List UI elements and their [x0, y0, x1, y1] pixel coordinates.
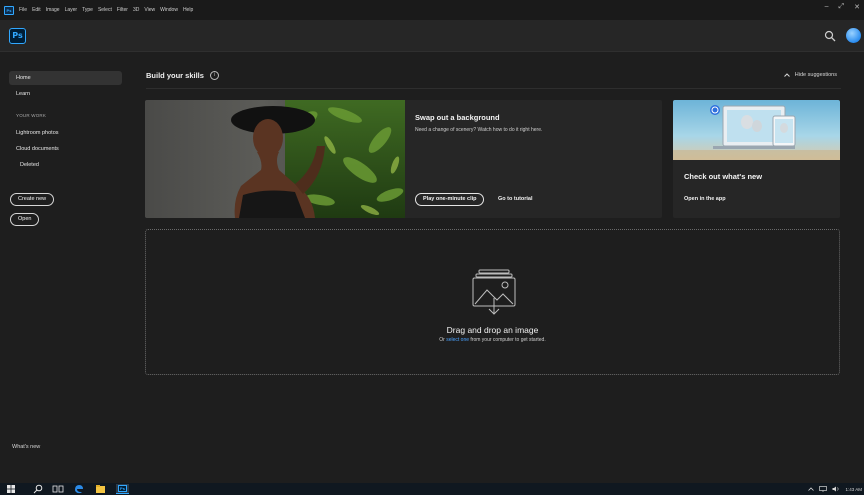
photoshop-taskbar-button[interactable]: Ps [116, 484, 129, 494]
tutorial-card: Swap out a background Need a change of s… [145, 100, 662, 218]
window-controls: – ⤢ ✕ [825, 3, 860, 11]
section-title-your-work: YOUR WORK [16, 113, 47, 118]
create-new-button[interactable]: Create new [10, 193, 55, 206]
photoshop-logo: Ps [9, 28, 26, 44]
chevron-up-icon [783, 73, 790, 77]
menu-help[interactable]: Help [183, 7, 193, 13]
play-clip-button[interactable]: Play one-minute clip [415, 193, 485, 206]
drop-zone-subtitle: Or select one from your computer to get … [146, 337, 839, 343]
sidebar-item-learn[interactable]: Learn [9, 87, 122, 101]
system-tray: 1:43 AM [808, 483, 862, 495]
menu-window[interactable]: Window [160, 7, 178, 13]
drop-zone[interactable]: Drag and drop an image Or select one fro… [145, 229, 840, 375]
menu-3d[interactable]: 3D [133, 7, 139, 13]
whats-new-card: Check out what's new Open in the app [673, 100, 840, 218]
photoshop-taskbar-icon: Ps [118, 485, 127, 492]
menu-bar: Ps File Edit Image Layer Type Select Fil… [0, 0, 864, 20]
minimize-button[interactable]: – [825, 3, 829, 11]
card-description: Need a change of scenery? Watch how to d… [415, 127, 543, 133]
card-photo-woman [145, 100, 405, 218]
task-view-icon[interactable] [52, 484, 64, 494]
go-to-tutorial-link[interactable]: Go to tutorial [498, 196, 533, 202]
drop-zone-sub-suffix: from your computer to get started. [469, 337, 546, 343]
network-icon[interactable] [819, 486, 828, 492]
card-title: Swap out a background [415, 113, 500, 122]
menu-edit[interactable]: Edit [32, 7, 41, 13]
menu-layer[interactable]: Layer [65, 7, 78, 13]
open-button[interactable]: Open [10, 213, 40, 226]
card-image-devices [673, 100, 840, 160]
taskbar: Ps 1:43 AM [0, 483, 864, 495]
file-explorer-icon[interactable] [95, 484, 106, 494]
menu-file[interactable]: File [19, 7, 27, 13]
chevron-up-icon[interactable] [808, 487, 815, 491]
image-upload-icon [472, 269, 516, 315]
open-in-app-link[interactable]: Open in the app [684, 196, 726, 202]
windows-start-icon[interactable] [6, 484, 16, 494]
sidebar: Home Learn YOUR WORK Lightroom photos Cl… [0, 53, 131, 483]
menu-type[interactable]: Type [82, 7, 93, 13]
sidebar-item-deleted[interactable]: Deleted [9, 158, 122, 172]
search-icon[interactable] [824, 30, 836, 42]
restore-button[interactable]: ⤢ [839, 3, 845, 11]
select-one-link[interactable]: select one [446, 337, 469, 343]
photoshop-app-icon: Ps [4, 5, 14, 15]
hide-suggestions-label: Hide suggestions [794, 72, 837, 78]
menu-filter[interactable]: Filter [117, 7, 128, 13]
sidebar-item-lightroom-photos[interactable]: Lightroom photos [9, 126, 122, 140]
edge-browser-icon[interactable] [73, 484, 84, 494]
sidebar-item-cloud-documents[interactable]: Cloud documents [9, 142, 122, 156]
whats-new-card-title: Check out what's new [684, 172, 763, 181]
menu-select[interactable]: Select [98, 7, 112, 13]
volume-icon[interactable] [832, 486, 840, 492]
menu-image[interactable]: Image [46, 7, 60, 13]
info-icon[interactable]: i [209, 71, 219, 80]
clock[interactable]: 1:43 AM [845, 487, 862, 492]
build-your-skills-heading: Build your skills i [146, 71, 219, 80]
build-your-skills-title: Build your skills [146, 71, 204, 80]
whats-new-link[interactable]: What's new [12, 444, 40, 450]
menu-view[interactable]: View [144, 7, 155, 13]
clock-time: 1:43 AM [845, 486, 862, 492]
drop-zone-title: Drag and drop an image [446, 325, 539, 335]
search-icon[interactable] [33, 484, 43, 494]
sidebar-item-home[interactable]: Home [9, 71, 122, 85]
divider [146, 88, 841, 89]
close-button[interactable]: ✕ [854, 3, 860, 11]
avatar[interactable] [846, 28, 861, 43]
hide-suggestions-button[interactable]: Hide suggestions [783, 72, 837, 78]
app-header: Ps [0, 20, 864, 52]
